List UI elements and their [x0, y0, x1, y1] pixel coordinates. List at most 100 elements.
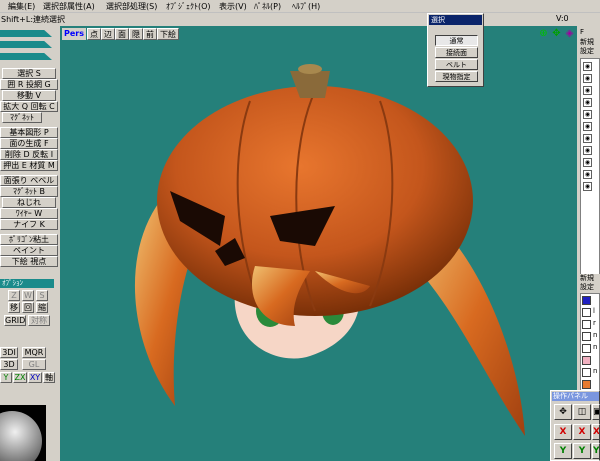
eye-icon[interactable]: ◉ [583, 134, 592, 143]
scale-option-toggle[interactable]: 縮 [36, 302, 48, 313]
eye-icon[interactable]: ◉ [583, 122, 592, 131]
pumpkin-body [157, 86, 473, 316]
menu-view[interactable]: 表示(V) [219, 1, 247, 12]
material-swatch[interactable] [582, 344, 591, 353]
hint-text: Shift+L:連続選択 [1, 15, 66, 24]
version-label: V:0 [556, 14, 569, 23]
selection-popup-title: 選択 [429, 15, 482, 25]
material-name: n [593, 367, 598, 375]
polygon-clay-button[interactable]: ﾎﾟﾘｺﾞﾝ粘土 [0, 234, 58, 245]
extrude-material-button[interactable]: 押出 E 材質 M [0, 160, 58, 171]
eye-icon[interactable]: ◉ [583, 146, 592, 155]
select-tool-button[interactable]: 選択 S [2, 68, 56, 79]
panel-tab[interactable] [0, 53, 52, 60]
material-name: l [593, 307, 595, 315]
material-swatch[interactable] [582, 356, 591, 365]
right-top-label: F [580, 28, 600, 37]
axis-xy-toggle[interactable]: XY [28, 372, 42, 383]
object-settings-label[interactable]: 設定 [580, 47, 600, 56]
menu-panel[interactable]: ﾊﾟﾈﾙ(P) [254, 1, 281, 12]
menu-selection-attributes[interactable]: 選択部属性(A) [43, 1, 95, 12]
eye-icon[interactable]: ◉ [583, 170, 592, 179]
grid-toggle[interactable]: GRID [4, 315, 26, 326]
y-plus-button[interactable]: Y [592, 443, 600, 459]
x-minus-button[interactable]: X [554, 424, 572, 440]
twist-tool-button[interactable]: ねじれ [2, 197, 56, 208]
material-list[interactable]: l r n n n [580, 293, 600, 393]
eye-icon[interactable]: ◉ [583, 86, 592, 95]
eye-icon[interactable]: ◉ [583, 62, 592, 71]
axis-z-toggle[interactable]: Z [8, 290, 20, 301]
panel-tab[interactable] [0, 41, 52, 48]
operation-panel-title: 操作パネル [552, 392, 599, 401]
select-normal-button[interactable]: 通常 [435, 35, 478, 46]
select-belt-button[interactable]: ベルト [435, 59, 478, 70]
x-plus-button[interactable]: X [592, 424, 600, 440]
paste-bevel-button[interactable]: 面張り ベベル [0, 175, 58, 186]
eye-icon[interactable]: ◉ [583, 74, 592, 83]
menu-bar: 編集(E) 選択部属性(A) 選択部処理(S) ｵﾌﾞｼﾞｪｸﾄ(O) 表示(V… [0, 0, 600, 13]
material-swatch[interactable] [582, 368, 591, 377]
eye-icon[interactable]: ◉ [583, 98, 592, 107]
mode-3d-button[interactable]: 3D [0, 359, 18, 370]
menu-edit[interactable]: 編集(E) [8, 1, 35, 12]
menu-object[interactable]: ｵﾌﾞｼﾞｪｸﾄ(O) [166, 1, 211, 12]
mode-3di-button[interactable]: 3DI [0, 347, 18, 358]
eye-icon[interactable]: ◉ [583, 158, 592, 167]
material-preview-sphere [0, 405, 46, 461]
material-swatch[interactable] [582, 296, 591, 305]
panel-tab[interactable] [0, 30, 52, 37]
material-swatch[interactable] [582, 320, 591, 329]
x-button[interactable]: X [573, 424, 591, 440]
move-option-toggle[interactable]: 移 [8, 302, 20, 313]
sphere-shading [0, 411, 42, 461]
eye-icon[interactable]: ◉ [583, 110, 592, 119]
material-name: r [593, 319, 596, 327]
rect-lasso-button[interactable]: 囲 R 投網 G [0, 79, 58, 90]
material-swatch[interactable] [582, 332, 591, 341]
magnet-tool-button[interactable]: ﾏｸﾞﾈｯﾄ [2, 112, 42, 123]
metasequoia-window: 編集(E) 選択部属性(A) 選択部処理(S) ｵﾌﾞｼﾞｪｸﾄ(O) 表示(V… [0, 0, 600, 461]
primitive-tool-button[interactable]: 基本図形 P [0, 127, 58, 138]
delete-flip-button[interactable]: 削除 D 反転 I [0, 149, 58, 160]
mode-mqr-button[interactable]: MQR [22, 347, 46, 358]
menu-help[interactable]: ﾍﾙﾌﾟ(H) [292, 1, 320, 12]
select-specified-button[interactable]: 現物指定 [435, 71, 478, 82]
create-face-button[interactable]: 面の生成 F [0, 138, 58, 149]
select-connected-button[interactable]: 接続面 [435, 47, 478, 58]
command-panel: 選択 S 囲 R 投網 G 移動 V 拡大 Q 回転 C ﾏｸﾞﾈｯﾄ 基本図形… [0, 26, 60, 461]
material-swatch[interactable] [582, 308, 591, 317]
mode-gl-button[interactable]: GL [22, 359, 46, 370]
y-minus-button[interactable]: Y [554, 443, 572, 459]
menu-selection-processing[interactable]: 選択部処理(S) [106, 1, 157, 12]
3d-viewport[interactable]: Pers 点 辺 面 隠 前 下絵 ⊕ ✥ ◈ [60, 26, 577, 461]
material-swatch[interactable] [582, 380, 591, 389]
pumpkin-model-render [134, 64, 525, 436]
axis-w-toggle[interactable]: W [22, 290, 34, 301]
wire-tool-button[interactable]: ﾜｲﾔｰ W [0, 208, 58, 219]
material-settings-label[interactable]: 設定 [580, 283, 600, 292]
selection-popup: 選択 通常 接続面 ベルト 現物指定 [427, 13, 484, 87]
object-panel-header[interactable]: 新規 [580, 38, 600, 47]
material-panel-header[interactable]: 新規 [580, 274, 600, 283]
symmetry-toggle[interactable]: 対称 [28, 315, 50, 326]
fit-view-button[interactable]: ▣ [592, 404, 600, 420]
material-name: n [593, 331, 598, 339]
underlay-view-button[interactable]: 下絵 視点 [0, 256, 58, 267]
magnet-b-button[interactable]: ﾏｸﾞﾈｯﾄ B [0, 186, 58, 197]
scale-rotate-button[interactable]: 拡大 Q 回転 C [0, 101, 58, 112]
move-view-button[interactable]: ✥ [554, 404, 572, 420]
frame-view-button[interactable]: ◫ [573, 404, 591, 420]
knife-tool-button[interactable]: ナイフ K [0, 219, 58, 230]
axis-s-toggle[interactable]: S [36, 290, 48, 301]
move-tool-button[interactable]: 移動 V [2, 90, 56, 101]
eye-icon[interactable]: ◉ [583, 182, 592, 191]
paint-tool-button[interactable]: ペイント [0, 245, 58, 256]
rotate-option-toggle[interactable]: 回 [22, 302, 34, 313]
object-list[interactable]: ◉ ◉ ◉ ◉ ◉ ◉ ◉ ◉ ◉ ◉ ◉ [580, 58, 600, 280]
axis-toggle[interactable]: 軸 [43, 372, 55, 383]
axis-y-toggle[interactable]: Y [0, 372, 12, 383]
y-button[interactable]: Y [573, 443, 591, 459]
axis-zx-toggle[interactable]: ZX [13, 372, 27, 383]
stem-top [298, 64, 322, 74]
